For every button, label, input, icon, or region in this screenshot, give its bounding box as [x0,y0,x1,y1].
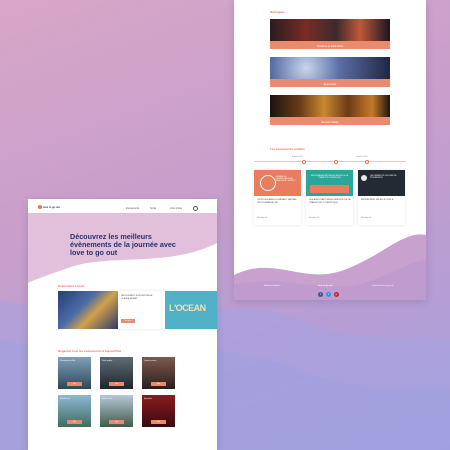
search-icon[interactable] [193,206,198,211]
card-title: ENTREPRISE: ENJEU ET RÔLE [361,199,394,201]
logo-heart-icon [38,205,42,209]
featured-card[interactable]: DÉCOUVREZ L'EXPOSITION DE CLAUDE MONET V… [118,291,161,329]
timeline-dot[interactable] [334,159,338,164]
card-image-text: SEMAINE DE SENSIBILISATION AU HANDICAP A… [276,176,296,183]
rubrique-banner-tourism[interactable]: Tourisme et Patrimoine [270,19,390,49]
featured-image[interactable] [58,291,118,329]
logo-text: love to go out [43,206,61,209]
thumbnail-button[interactable]: Voir [151,382,166,386]
timeline-label: Mardi 12/05 [356,156,368,158]
hero-title: Découvrez les meilleurs évènements de la… [70,232,176,258]
twitter-icon[interactable]: t [326,292,331,297]
event-thumbnail[interactable]: Visite guidée Voir [100,357,133,389]
event-thumbnail[interactable]: Nature et lac Voir [100,395,133,427]
thumbnail-caption: Nature et lac [102,398,113,400]
card-title: LES ASSOCIATIONS AU SERVICE DE LA TRANSI… [309,199,351,204]
footer-contact-link[interactable]: Contact love to go out [372,285,393,287]
right-page-screenshot: Rubriques Tourisme et Patrimoine Spectac… [234,0,426,300]
footer-wave [234,234,426,300]
thumbnail-button[interactable]: Voir [151,420,166,424]
event-thumbnail[interactable]: Bord de mer Voir [58,395,91,427]
featured-more-button[interactable]: Voir plus [121,319,135,323]
banner-label: Tourisme et Patrimoine [316,45,344,48]
thumbnail-button[interactable]: Voir [67,420,82,424]
timeline-dot[interactable] [302,159,306,164]
event-thumbnail[interactable]: Spectacle Voir [142,395,175,427]
rubrique-banner-tables[interactable]: Bonnes Tables [270,95,390,125]
banner-label: Bonnes Tables [321,121,339,124]
ocean-poster-text: L'OCEAN [169,303,206,313]
nav-link-sortie[interactable]: Sortie [150,207,156,210]
nav-link-events[interactable]: Evénements [126,207,139,210]
events-section-title: Les événements publiés [270,147,305,151]
rubriques-title: Rubriques [270,10,285,14]
featured-card-title: DÉCOUVREZ L'EXPOSITION DE CLAUDE MONET [121,295,153,300]
timeline-dot[interactable] [365,159,369,164]
nav-link-invite[interactable]: Vous inviter [170,207,182,210]
thumbnail-button[interactable]: Voir [109,382,124,386]
timeline-label: Aujourd'hui [292,156,303,158]
event-thumbnail[interactable]: Quartier ancien Voir [142,357,175,389]
thumbnail-button[interactable]: Voir [67,382,82,386]
thumbnail-caption: Spectacle [144,398,152,400]
facebook-icon[interactable]: f [318,292,323,297]
card-image-text: L'ACCESSIBILITÉ, UN LEVIER DE PROGRESSIO… [370,175,397,180]
event-thumbnail[interactable]: Promenade en Mer Voir [58,357,91,389]
thumbnail-caption: Promenade en Mer [60,360,76,362]
rubrique-banner-spectacles[interactable]: Spectacles [270,57,390,87]
footer-logo: love to go out [318,285,333,287]
footer-legal-link[interactable]: Mentions légales [264,285,280,287]
thumbnail-caption: Visite guidée [102,360,113,362]
thumbnail-caption: Quartier ancien [144,360,157,362]
timeline-line [254,161,406,162]
ocean-poster-image[interactable]: L'OCEAN [165,291,217,329]
card-title: L'ÉTÉ DES AMIS DU HÉRAUT NATURE PHOTOGRA… [257,199,297,204]
left-page-screenshot: love to go out Evénements Sortie Vous in… [28,199,217,450]
thumbnail-caption: Bord de mer [60,398,70,400]
pinterest-icon[interactable]: p [334,292,339,297]
thumbnail-button[interactable]: Voir [109,420,124,424]
featured-title: Évènement à venir [58,284,85,288]
card-image-text: DES ÉCHANGES MÉTIERS AU SERVICE DE LA TR… [310,175,349,180]
banner-label: Spectacles [323,83,337,86]
grid-title: Regarder tous les évènements d'aujourd'h… [58,349,122,353]
